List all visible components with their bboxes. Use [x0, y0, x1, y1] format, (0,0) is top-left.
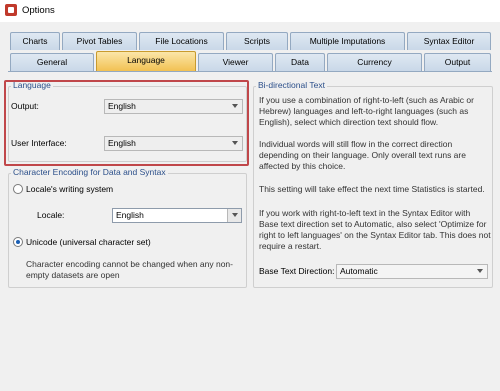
bidi-para-2: Individual words will still flow in the …: [259, 139, 466, 171]
unicode-radio[interactable]: [13, 237, 23, 247]
locale-value: English: [116, 210, 144, 220]
highlight-box: [4, 80, 249, 166]
tab-output[interactable]: Output: [424, 53, 491, 71]
tab-currency[interactable]: Currency: [327, 53, 422, 71]
tab-data[interactable]: Data: [275, 53, 325, 71]
chevron-down-icon: [477, 269, 483, 273]
locale-label: Locale:: [37, 210, 65, 220]
locale-radio-label[interactable]: Locale's writing system: [26, 184, 113, 194]
bidi-legend: Bi-directional Text: [256, 80, 327, 90]
tab-charts[interactable]: Charts: [10, 32, 60, 50]
title-bar: [0, 0, 500, 22]
base-direction-value: Automatic: [340, 266, 378, 276]
tab-divider: [8, 71, 492, 72]
tab-file-locations[interactable]: File Locations: [139, 32, 224, 50]
tab-multiple-imputations[interactable]: Multiple Imputations: [290, 32, 405, 50]
base-direction-select[interactable]: Automatic: [336, 264, 488, 279]
dropdown-button[interactable]: [227, 209, 241, 222]
tab-syntax-editor[interactable]: Syntax Editor: [407, 32, 491, 50]
bidi-para-3: This setting will take effect the next t…: [259, 184, 485, 194]
bidi-para-1: If you use a combination of right-to-lef…: [259, 95, 474, 127]
locale-radio[interactable]: [13, 184, 23, 194]
tab-viewer[interactable]: Viewer: [198, 53, 273, 71]
base-direction-label: Base Text Direction:: [259, 266, 335, 276]
locale-select[interactable]: English: [112, 208, 242, 223]
encoding-legend: Character Encoding for Data and Syntax: [11, 167, 168, 177]
encoding-note: Character encoding cannot be changed whe…: [26, 259, 233, 280]
unicode-radio-label[interactable]: Unicode (universal character set): [26, 237, 151, 247]
app-icon: [5, 4, 17, 16]
tab-language[interactable]: Language: [96, 51, 196, 71]
bidi-para-4: If you work with right-to-left text in t…: [259, 208, 491, 251]
tab-general[interactable]: General: [10, 53, 94, 71]
tab-pivot-tables[interactable]: Pivot Tables: [62, 32, 137, 50]
chevron-down-icon: [232, 213, 238, 217]
window-title: Options: [22, 5, 55, 16]
tab-scripts[interactable]: Scripts: [226, 32, 288, 50]
